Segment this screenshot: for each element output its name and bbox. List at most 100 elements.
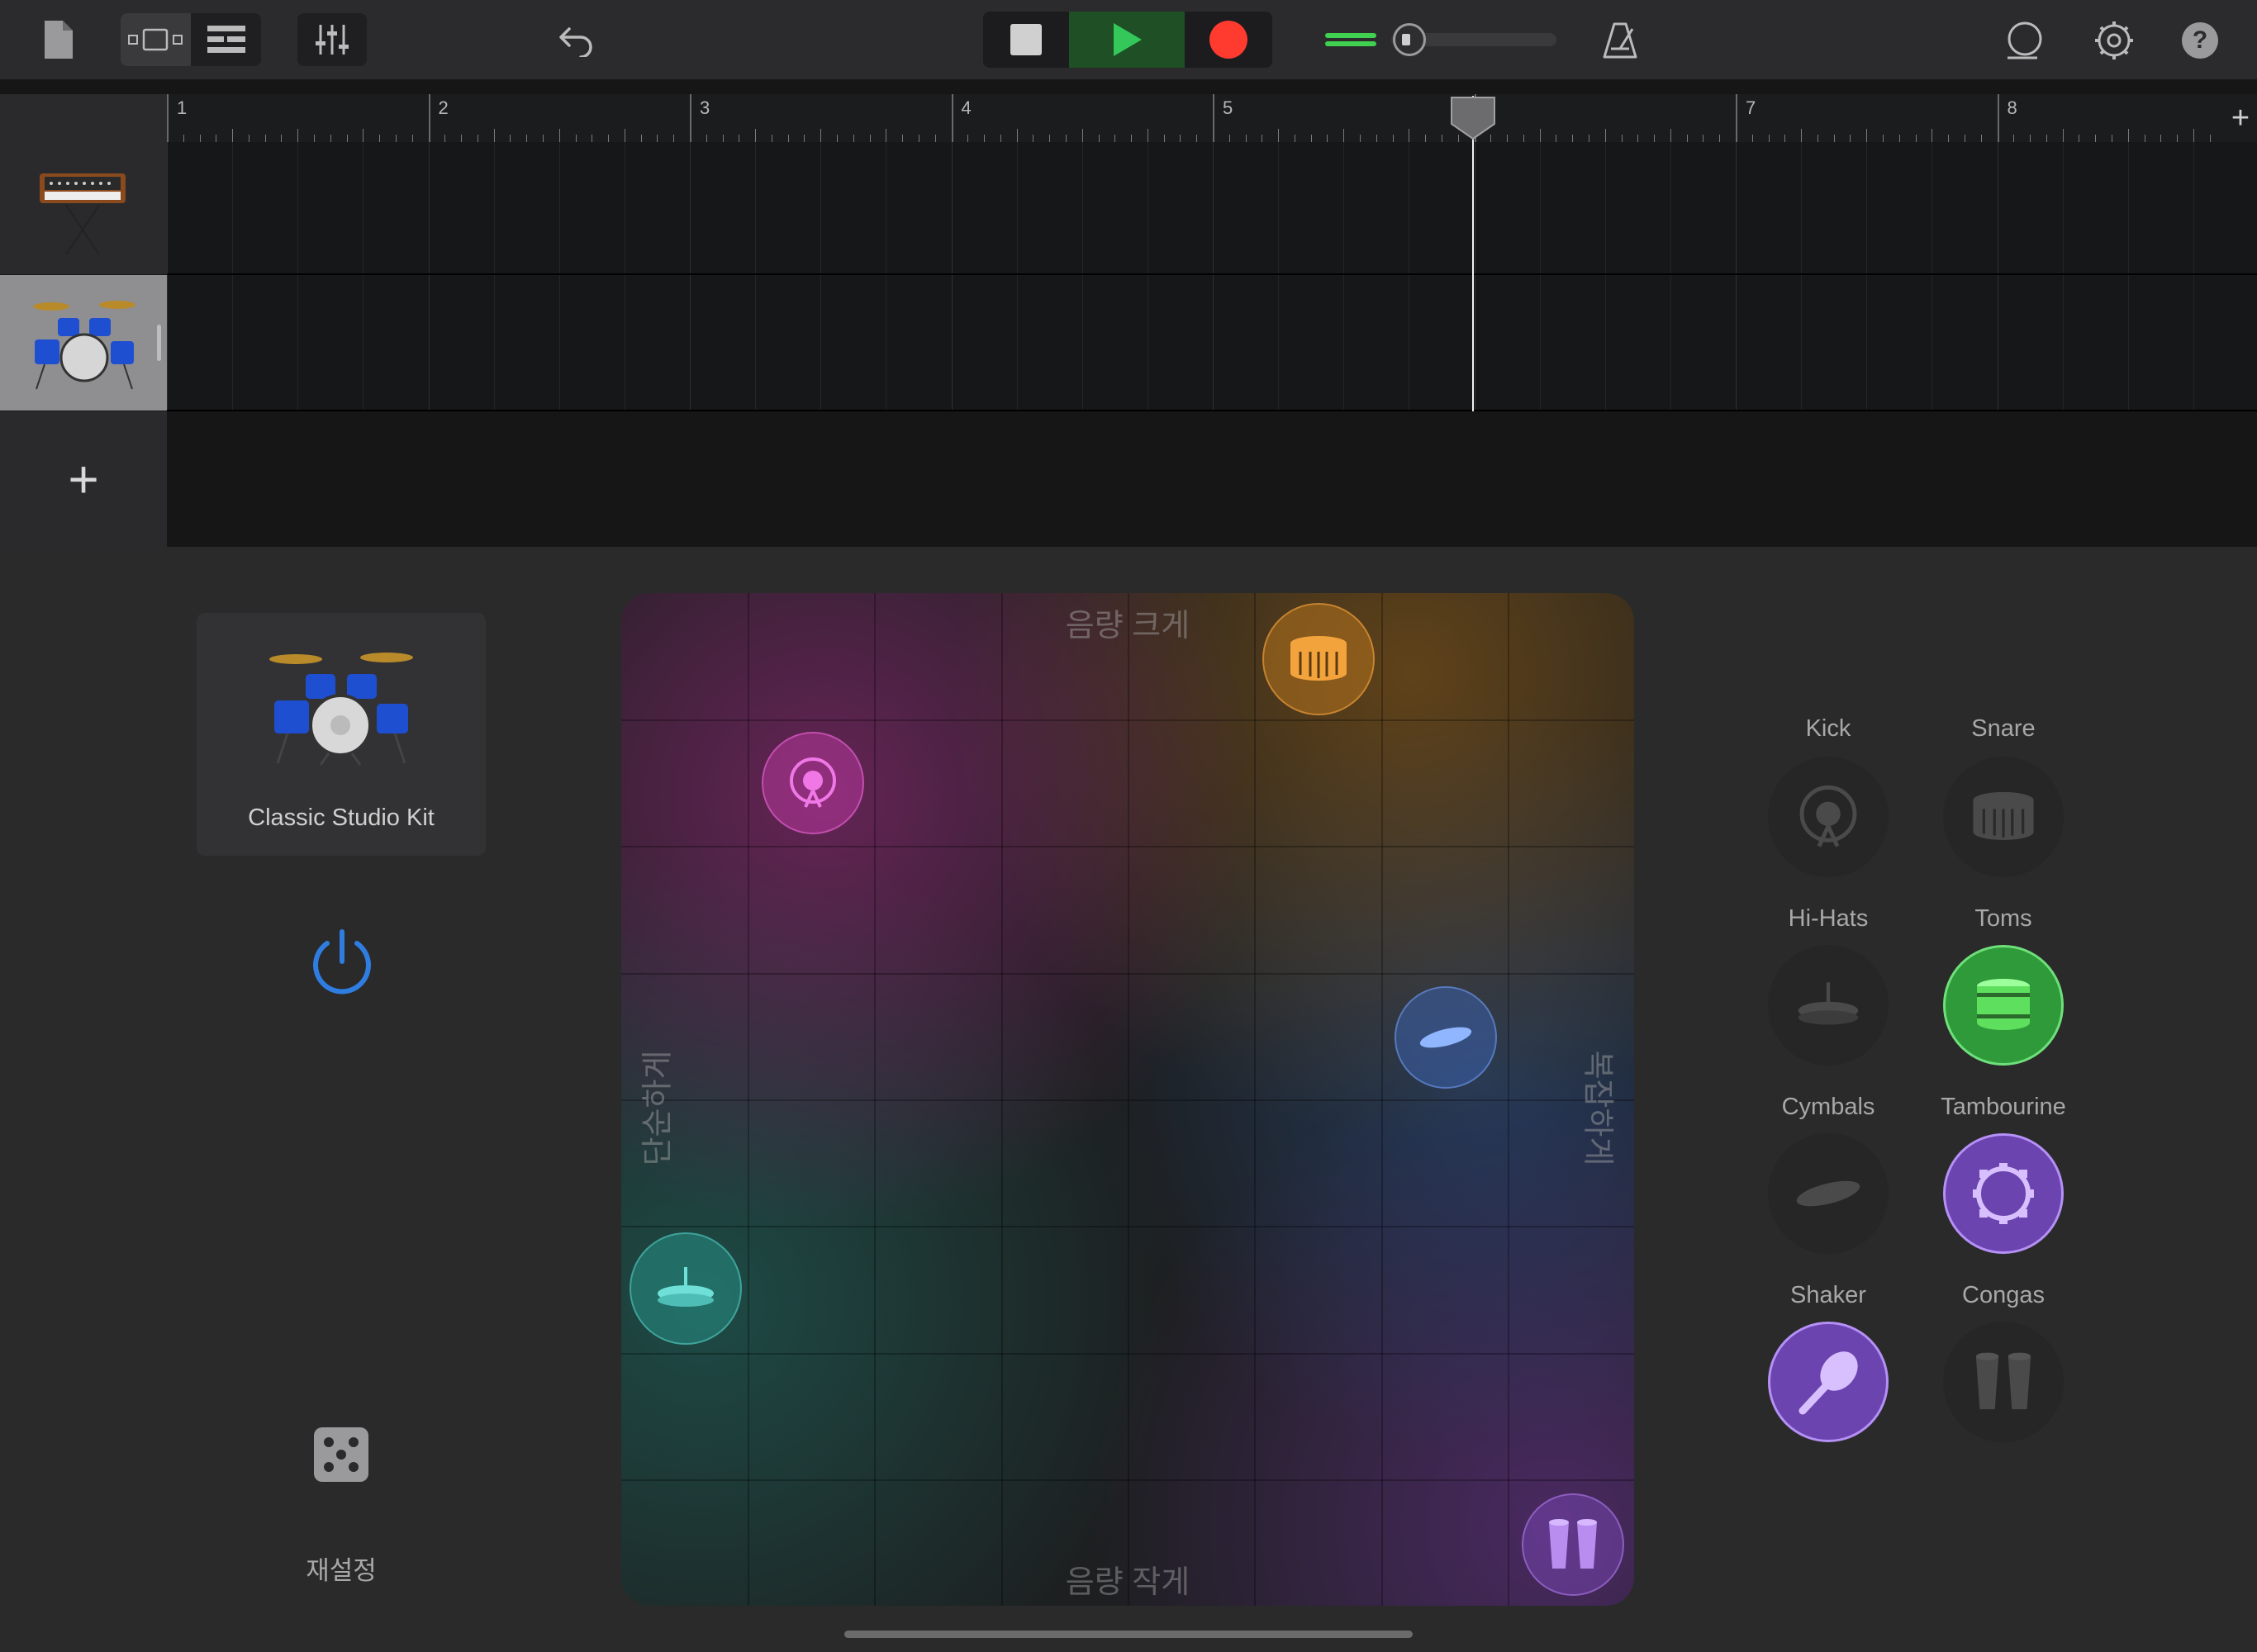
stop-button[interactable]: [983, 12, 1069, 68]
tracks-view-icon[interactable]: [191, 13, 261, 66]
synth-keyboard-icon: [40, 173, 126, 255]
ruler-tick: [330, 135, 331, 142]
bar-number: 5: [1223, 97, 1233, 118]
bar-number: 8: [2007, 97, 2017, 118]
ruler-tick: [1572, 135, 1574, 142]
ruler-tick: [1327, 135, 1328, 142]
ruler-tick: [2177, 135, 2179, 142]
grid-line: [1801, 142, 1803, 411]
kick-drum-icon: [1799, 785, 1857, 847]
hihats-puck[interactable]: [630, 1232, 742, 1345]
ruler-tick: [199, 135, 201, 142]
track-header-drums[interactable]: [0, 275, 167, 411]
ruler-tick: [1866, 129, 1868, 142]
grid-line: [2193, 142, 2194, 411]
tom-drum-icon: [1977, 979, 2030, 1030]
congas-icon: [1975, 1352, 2031, 1410]
ruler-tick: [411, 135, 413, 142]
ruler-tick: [1196, 135, 1198, 142]
play-button[interactable]: [1069, 12, 1185, 68]
bar-line: [1997, 94, 1999, 142]
xy-pad[interactable]: 음량 크게 음량 작게 단순하게 복잡하게: [621, 593, 1634, 1606]
ruler-tick: [1898, 135, 1900, 142]
ruler-tick: [264, 135, 266, 142]
ruler-tick: [1065, 135, 1067, 142]
ruler-tick: [1833, 135, 1835, 142]
volume-slider[interactable]: [1322, 23, 1561, 56]
ruler-tick: [2062, 129, 2064, 142]
ruler-tick: [1425, 135, 1427, 142]
tambourine-button[interactable]: [1943, 1133, 2064, 1254]
power-button[interactable]: [306, 925, 378, 998]
track-grid[interactable]: [167, 142, 2257, 411]
settings-icon[interactable]: [2088, 15, 2140, 66]
instrument-label: Congas: [1962, 1282, 2045, 1308]
dice-button[interactable]: [306, 1419, 377, 1490]
ruler-tick: [297, 129, 299, 142]
shaker-icon: [1798, 1351, 1858, 1415]
bar-number: 4: [961, 97, 972, 118]
bar-number: 1: [177, 97, 188, 118]
track-resize-handle[interactable]: [157, 325, 161, 361]
loop-icon[interactable]: [1999, 15, 2050, 66]
timeline-ruler[interactable]: 12345678: [167, 94, 2244, 142]
track-header-synth[interactable]: [0, 142, 167, 274]
ruler-tick: [2209, 135, 2211, 142]
snare-puck[interactable]: [1262, 603, 1375, 715]
instrument-label: Shaker: [1790, 1282, 1866, 1308]
home-indicator[interactable]: [844, 1631, 1413, 1638]
ruler-tick: [2013, 135, 2015, 142]
cymbals-button[interactable]: [1768, 1133, 1889, 1254]
congas-puck[interactable]: [1522, 1493, 1624, 1596]
snare-button[interactable]: [1943, 757, 2064, 877]
playhead[interactable]: [1451, 96, 1495, 411]
cymbals-puck[interactable]: [1395, 986, 1497, 1089]
add-track-button[interactable]: +: [0, 411, 167, 547]
kit-selector[interactable]: Classic Studio Kit: [197, 613, 486, 856]
volume-knob[interactable]: [1393, 23, 1426, 56]
toms-button[interactable]: [1943, 945, 2064, 1066]
pad-label-softer: 음량 작게: [1065, 1565, 1190, 1600]
document-icon[interactable]: [33, 15, 83, 64]
ruler-tick: [657, 135, 658, 142]
help-button[interactable]: ?: [2174, 15, 2226, 66]
ruler-tick: [1000, 135, 1001, 142]
reset-button[interactable]: 재설정: [259, 1550, 424, 1587]
tambourine-icon: [1973, 1163, 2034, 1224]
grid-line: [2062, 142, 2064, 411]
ruler-tick: [1654, 135, 1656, 142]
ruler-tick: [1850, 135, 1851, 142]
undo-icon[interactable]: [550, 15, 601, 66]
ruler-tick: [706, 135, 707, 142]
ruler-tick: [1049, 135, 1051, 142]
mixer-icon[interactable]: [297, 13, 367, 66]
view-toggle-icon[interactable]: [121, 13, 191, 66]
ruler-tick: [1801, 129, 1803, 142]
grid-line: [1081, 142, 1083, 411]
instrument-label: Hi-Hats: [1788, 905, 1869, 932]
bar-number: 3: [700, 97, 710, 118]
hi-hat-icon: [1798, 982, 1859, 1025]
grid-line: [1670, 142, 1671, 411]
record-button[interactable]: [1185, 12, 1272, 68]
power-icon: [313, 929, 371, 995]
ruler-tick: [2030, 135, 2031, 142]
kick-drum-icon: [790, 757, 836, 808]
instrument-label: Kick: [1805, 715, 1851, 742]
hihats-button[interactable]: [1768, 945, 1889, 1066]
ruler-tick: [1081, 129, 1083, 142]
add-section-button[interactable]: +: [2224, 94, 2257, 142]
metronome-icon[interactable]: [1594, 15, 1646, 66]
kick-button[interactable]: [1768, 757, 1889, 877]
grid-line: [232, 142, 234, 411]
bar-line: [1213, 94, 1214, 142]
kick-puck[interactable]: [762, 732, 864, 834]
ruler-tick: [755, 129, 757, 142]
ruler-tick: [1131, 135, 1133, 142]
toolbar: ?: [0, 0, 2257, 79]
snare-drum-icon: [1973, 791, 2034, 840]
shaker-button[interactable]: [1768, 1322, 1889, 1442]
congas-button[interactable]: [1943, 1322, 2064, 1442]
dice-icon: [314, 1427, 368, 1482]
ruler-tick: [1948, 135, 1950, 142]
